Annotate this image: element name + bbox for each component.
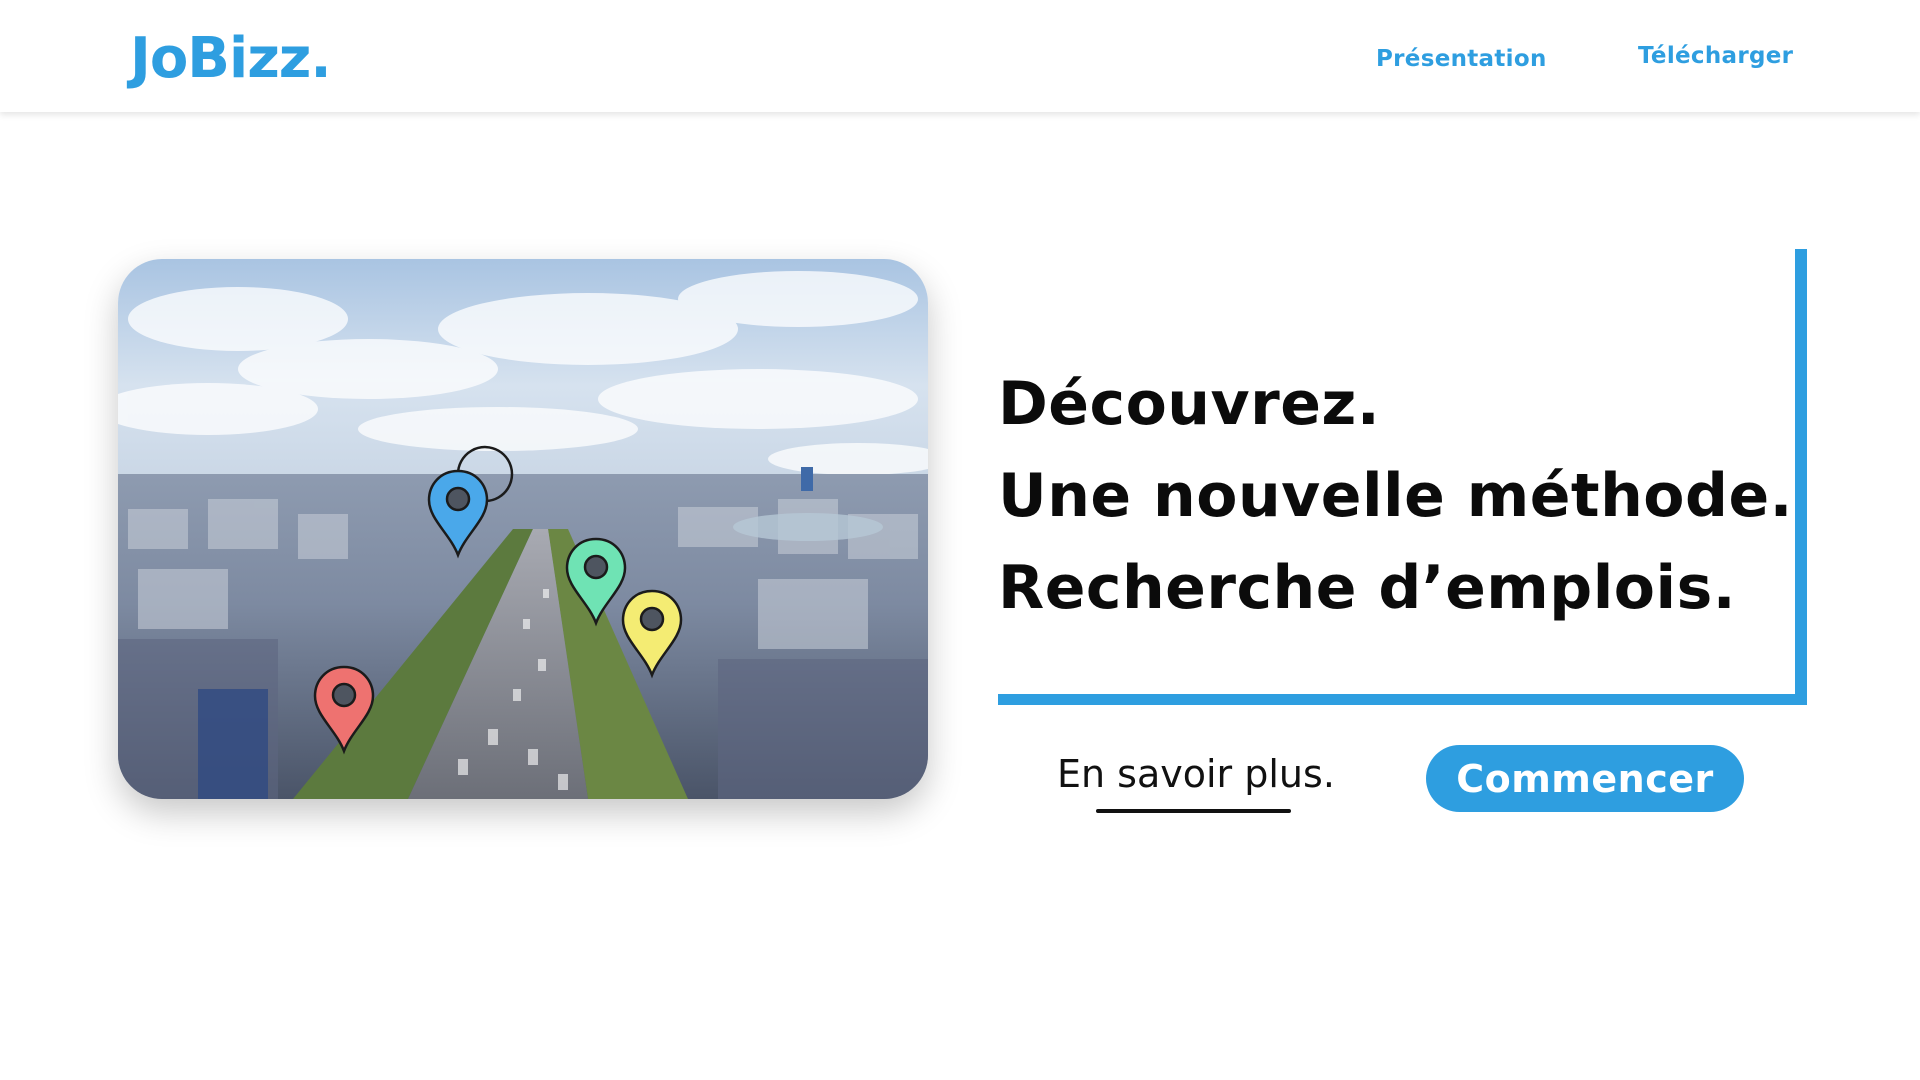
top-header: JoBizz. Présentation Télécharger — [0, 0, 1920, 112]
logo[interactable]: JoBizz. — [130, 26, 332, 91]
headline-line-2: Une nouvelle méthode. — [998, 461, 1793, 531]
frame-bottom-border — [998, 694, 1807, 705]
learn-more-link[interactable]: En savoir plus. — [1057, 752, 1335, 796]
hero-headline: Découvrez. Une nouvelle méthode. Recherc… — [998, 358, 1793, 634]
headline-line-1: Découvrez. — [998, 369, 1381, 439]
start-button[interactable]: Commencer — [1426, 745, 1744, 812]
frame-right-border — [1795, 249, 1807, 705]
headline-line-3: Recherche d’emplois. — [998, 553, 1737, 623]
learn-more-underline — [1096, 809, 1291, 813]
city-illustration — [118, 259, 928, 799]
nav-download[interactable]: Télécharger — [1638, 43, 1793, 69]
nav-presentation[interactable]: Présentation — [1376, 46, 1547, 72]
hero-image — [118, 259, 928, 799]
